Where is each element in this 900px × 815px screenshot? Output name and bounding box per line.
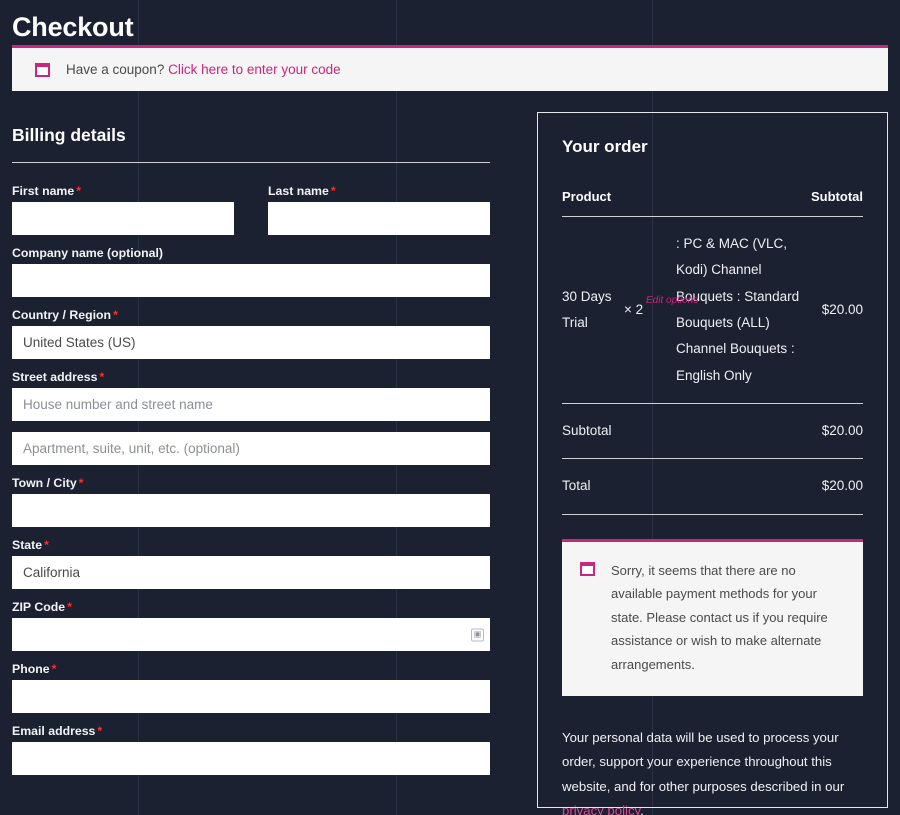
payment-methods-notice: Sorry, it seems that there are no availa… xyxy=(562,538,863,696)
privacy-text-after: . xyxy=(640,803,644,815)
order-table-body: 30 Days Trial × 2 Edit options : PC & MA… xyxy=(562,216,863,515)
email-field-group: Email address * xyxy=(12,724,490,775)
order-subtotal-row: Subtotal $20.00 xyxy=(562,403,863,460)
street-address-label: Street address * xyxy=(12,370,105,384)
order-heading: Your order xyxy=(562,137,648,156)
autofill-badge-icon[interactable]: ▣ xyxy=(471,628,484,641)
required-mark: * xyxy=(99,370,105,384)
state-label: State * xyxy=(12,538,49,552)
order-line-item-row: 30 Days Trial × 2 Edit options : PC & MA… xyxy=(562,216,863,404)
first-name-label: First name * xyxy=(12,184,81,198)
company-field-group: Company name (optional) xyxy=(12,246,490,297)
required-mark: * xyxy=(78,476,84,490)
required-mark: * xyxy=(76,184,81,198)
payment-notice-text: Sorry, it seems that there are no availa… xyxy=(611,562,828,673)
line-item-price: $20.00 xyxy=(811,216,863,404)
phone-label: Phone * xyxy=(12,662,57,676)
total-label: Total xyxy=(562,458,811,515)
notice-ticket-icon xyxy=(580,561,595,576)
country-label: Country / Region * xyxy=(12,308,118,322)
email-label: Email address * xyxy=(12,724,103,738)
first-name-input[interactable] xyxy=(12,202,234,235)
privacy-policy-text: Your personal data will be used to proce… xyxy=(562,726,863,815)
zip-label: ZIP Code * xyxy=(12,600,72,614)
subtotal-value: $20.00 xyxy=(811,403,863,460)
country-select[interactable]: United States (US) xyxy=(12,326,490,359)
last-name-field-group: Last name * xyxy=(268,184,490,235)
zip-input-wrapper: ▣ xyxy=(12,618,490,651)
last-name-label: Last name * xyxy=(268,184,336,198)
first-name-field-group: First name * xyxy=(12,184,234,235)
privacy-policy-link[interactable]: privacy policy xyxy=(562,803,640,815)
last-name-input[interactable] xyxy=(268,202,490,235)
city-label: Town / City * xyxy=(12,476,84,490)
edit-options-link[interactable]: Edit options xyxy=(646,295,698,308)
line-item-quantity: × 2 xyxy=(624,301,644,317)
total-value: $20.00 xyxy=(811,458,863,515)
billing-details-section: Billing details First name * Last name * C… xyxy=(12,125,490,786)
line-item-quantity-cell: × 2 Edit options xyxy=(624,216,698,404)
name-fields-row: First name * Last name * xyxy=(12,184,490,246)
checkout-page: Checkout Have a coupon? Click here to en… xyxy=(0,0,900,815)
order-total-row: Total $20.00 xyxy=(562,458,863,515)
required-mark: * xyxy=(330,184,336,198)
required-mark: * xyxy=(113,308,118,322)
state-field-group: State * California xyxy=(12,538,490,589)
coupon-prompt: Have a coupon? xyxy=(66,62,165,77)
coupon-text: Have a coupon? Click here to enter your … xyxy=(66,62,341,77)
zip-input[interactable] xyxy=(12,618,490,651)
line-item-name: 30 Days Trial xyxy=(562,216,624,404)
phone-field-group: Phone * xyxy=(12,662,490,713)
page-title: Checkout xyxy=(12,12,134,43)
coupon-ticket-icon xyxy=(35,62,50,77)
coupon-link[interactable]: Click here to enter your code xyxy=(168,62,341,77)
subtotal-label: Subtotal xyxy=(562,403,811,460)
street-address-line1-input[interactable] xyxy=(12,388,490,421)
privacy-text-before: Your personal data will be used to proce… xyxy=(562,729,845,794)
coupon-bar: Have a coupon? Click here to enter your … xyxy=(12,45,888,91)
city-field-group: Town / City * xyxy=(12,476,490,527)
email-input[interactable] xyxy=(12,742,490,775)
order-summary-panel: Your order Product Subtotal 30 Days Tria… xyxy=(537,112,888,815)
company-input[interactable] xyxy=(12,264,490,297)
required-mark: * xyxy=(51,662,57,676)
column-header-subtotal: Subtotal xyxy=(811,189,863,217)
billing-heading: Billing details xyxy=(12,125,490,163)
street-address-field-group: Street address * xyxy=(12,370,490,465)
required-mark: * xyxy=(67,600,72,614)
street-address-line2-input[interactable] xyxy=(12,432,490,465)
column-header-product: Product xyxy=(562,189,811,217)
required-mark: * xyxy=(44,538,49,552)
order-table-head: Product Subtotal xyxy=(562,189,863,217)
line-item-description: : PC & MAC (VLC, Kodi) Channel Bouquets … xyxy=(676,216,811,404)
company-label: Company name (optional) xyxy=(12,246,163,260)
state-select[interactable]: California xyxy=(12,556,490,589)
country-field-group: Country / Region * United States (US) xyxy=(12,308,490,359)
order-table: Product Subtotal 30 Days Trial × 2 Edit … xyxy=(562,189,863,515)
phone-input[interactable] xyxy=(12,680,490,713)
city-input[interactable] xyxy=(12,494,490,527)
order-table-header-row: Product Subtotal xyxy=(562,189,863,217)
zip-field-group: ZIP Code * ▣ xyxy=(12,600,490,651)
required-mark: * xyxy=(97,724,103,738)
